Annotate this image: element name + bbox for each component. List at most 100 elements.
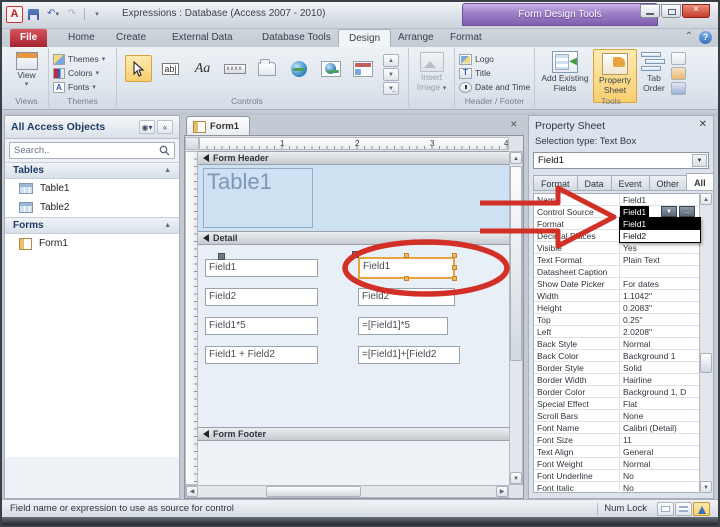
property-row[interactable]: Border Color Background 1, D <box>534 386 702 398</box>
property-sheet-button[interactable]: Property Sheet <box>593 49 637 103</box>
minimize-button[interactable] <box>640 4 660 18</box>
tab-order-button[interactable]: Tab Order <box>639 48 669 93</box>
ribbon-tab[interactable]: Format <box>440 29 492 47</box>
property-row[interactable]: Border Style Solid <box>534 362 702 374</box>
ribbon-tab[interactable]: File <box>10 29 47 47</box>
property-row[interactable]: Font Italic No <box>534 482 702 494</box>
field1-plus-field2-label[interactable]: Field1 + Field2 <box>205 346 318 364</box>
redo-button[interactable]: ↷ <box>64 7 80 22</box>
selection-handle-top[interactable] <box>404 253 409 258</box>
field1-label[interactable]: Field1 <box>205 259 318 277</box>
subform-in-new-window-icon[interactable] <box>671 52 686 65</box>
property-row[interactable]: Text Format Plain Text <box>534 254 702 266</box>
qat-customize-button[interactable]: ▾ <box>89 7 105 22</box>
label-move-handle[interactable] <box>218 253 225 260</box>
search-input[interactable]: Search.. <box>14 145 159 156</box>
property-row[interactable]: Name Field1 <box>534 194 702 206</box>
document-tab-form1[interactable]: Form1 <box>186 116 250 136</box>
selection-handle-right[interactable] <box>452 265 457 270</box>
property-row[interactable]: Font Underline No <box>534 470 702 482</box>
web-browser-control-button[interactable] <box>317 55 344 82</box>
document-close-icon[interactable]: ✕ <box>510 119 518 130</box>
property-row[interactable]: Width 1.1042" <box>534 290 702 302</box>
nav-item-table[interactable]: Table2 <box>5 198 179 217</box>
dropdown-option[interactable]: Field2 <box>620 230 700 242</box>
nav-menu-dropdown-button[interactable]: ◉▾ <box>139 120 155 134</box>
help-icon[interactable]: ? <box>699 31 712 44</box>
property-row[interactable]: Font Size 11 <box>534 434 702 446</box>
insert-image-button[interactable]: Insert Image ▾ <box>409 52 454 92</box>
form-footer-section[interactable] <box>198 441 509 485</box>
property-row[interactable]: Text Align General <box>534 446 702 458</box>
convert-macros-icon[interactable] <box>671 82 686 95</box>
hyperlink-control-button[interactable] <box>285 55 312 82</box>
logo-button[interactable]: Logo <box>455 52 534 66</box>
controls-more-button[interactable]: ▼̲ <box>383 82 399 95</box>
property-row[interactable]: Datasheet Caption <box>534 266 702 278</box>
nav-group-tables[interactable]: Tables ▲ <box>5 162 179 179</box>
property-row[interactable]: Height 0.2083" <box>534 302 702 314</box>
detail-section-bar[interactable]: Detail <box>198 231 509 245</box>
scroll-right-icon[interactable]: ▶ <box>496 486 508 497</box>
property-sheet-tab[interactable]: Format <box>533 175 577 191</box>
sum-expression-textbox[interactable]: =[Field1]+[Field2 <box>358 346 460 364</box>
undo-button[interactable]: ↶▾ <box>45 7 61 22</box>
ribbon-tab[interactable]: Home <box>58 29 105 47</box>
nav-item-form[interactable]: Form1 <box>5 234 179 253</box>
fonts-button[interactable]: A Fonts▾ <box>49 80 116 94</box>
colors-button[interactable]: Colors▾ <box>49 66 116 80</box>
property-row[interactable]: Scroll Bars None <box>534 410 702 422</box>
controls-scroll-down-button[interactable]: ▼ <box>383 68 399 81</box>
property-row[interactable]: Visible Yes <box>534 242 702 254</box>
scroll-down-icon[interactable]: ▼ <box>510 472 522 484</box>
vertical-scroll-thumb[interactable] <box>510 166 522 361</box>
form-header-section[interactable]: Table1 <box>198 165 509 231</box>
property-sheet-tab[interactable]: Event <box>611 175 649 191</box>
horizontal-scroll-thumb[interactable] <box>266 486 361 497</box>
property-sheet-tab[interactable]: Data <box>577 175 611 191</box>
text-box-control-button[interactable]: ab| <box>157 55 184 82</box>
ruler-corner-box[interactable] <box>185 137 199 150</box>
form-view-button[interactable] <box>657 502 674 516</box>
select-pointer-button[interactable] <box>125 55 152 82</box>
date-and-time-button[interactable]: Date and Time <box>455 80 534 94</box>
document-vertical-scrollbar[interactable]: ▲ ▼ <box>509 151 523 485</box>
ribbon-tab[interactable]: Arrange <box>388 29 444 47</box>
form-footer-section-bar[interactable]: Form Footer <box>198 427 509 441</box>
property-row[interactable]: Special Effect Flat <box>534 398 702 410</box>
save-button[interactable] <box>26 7 42 22</box>
view-button[interactable]: View ▾ <box>5 48 48 88</box>
tab-control-button[interactable] <box>253 55 280 82</box>
scroll-down-icon[interactable]: ▼ <box>700 481 712 493</box>
property-row[interactable]: Font Name Calibri (Detail) <box>534 422 702 434</box>
maximize-button[interactable] <box>661 4 681 18</box>
control-source-dropdown-icon[interactable]: ▼ <box>661 206 677 217</box>
textbox-move-handle[interactable] <box>352 251 359 258</box>
minimize-ribbon-icon[interactable]: ⌃ <box>685 31 693 44</box>
property-sheet-tab[interactable]: Other <box>649 175 687 191</box>
nav-item-table[interactable]: Table1 <box>5 179 179 198</box>
property-row[interactable]: Border Width Hairline <box>534 374 702 386</box>
datasheet-view-button[interactable] <box>675 502 692 516</box>
document-horizontal-scrollbar[interactable]: ◀ ▶ <box>185 485 509 498</box>
label-control-button[interactable]: Aa <box>189 55 216 82</box>
field2-textbox[interactable]: Field2 <box>358 288 455 306</box>
scroll-thumb[interactable] <box>700 353 712 373</box>
object-selector-combo[interactable]: Field1 ▼ <box>533 152 709 169</box>
add-existing-fields-button[interactable]: Add Existing Fields <box>539 48 591 93</box>
control-source-builder-icon[interactable]: … <box>679 206 695 217</box>
close-button[interactable]: × <box>682 4 710 18</box>
form-header-section-bar[interactable]: Form Header <box>198 151 509 165</box>
property-row[interactable]: Back Style Normal <box>534 338 702 350</box>
nav-search-box[interactable]: Search.. <box>9 142 175 159</box>
themes-button[interactable]: Themes▾ <box>49 52 116 66</box>
ribbon-tab[interactable]: Design <box>338 29 391 47</box>
property-sheet-close-icon[interactable]: ✕ <box>699 119 707 130</box>
scroll-up-icon[interactable]: ▲ <box>510 152 522 164</box>
design-view-button[interactable] <box>693 502 710 516</box>
property-sheet-tab[interactable]: All <box>686 173 714 191</box>
field1x5-expression-textbox[interactable]: =[Field1]*5 <box>358 317 448 335</box>
navigation-control-button[interactable] <box>349 55 376 82</box>
ribbon-tab[interactable]: Database Tools <box>252 29 341 47</box>
scroll-up-icon[interactable]: ▲ <box>700 193 712 205</box>
